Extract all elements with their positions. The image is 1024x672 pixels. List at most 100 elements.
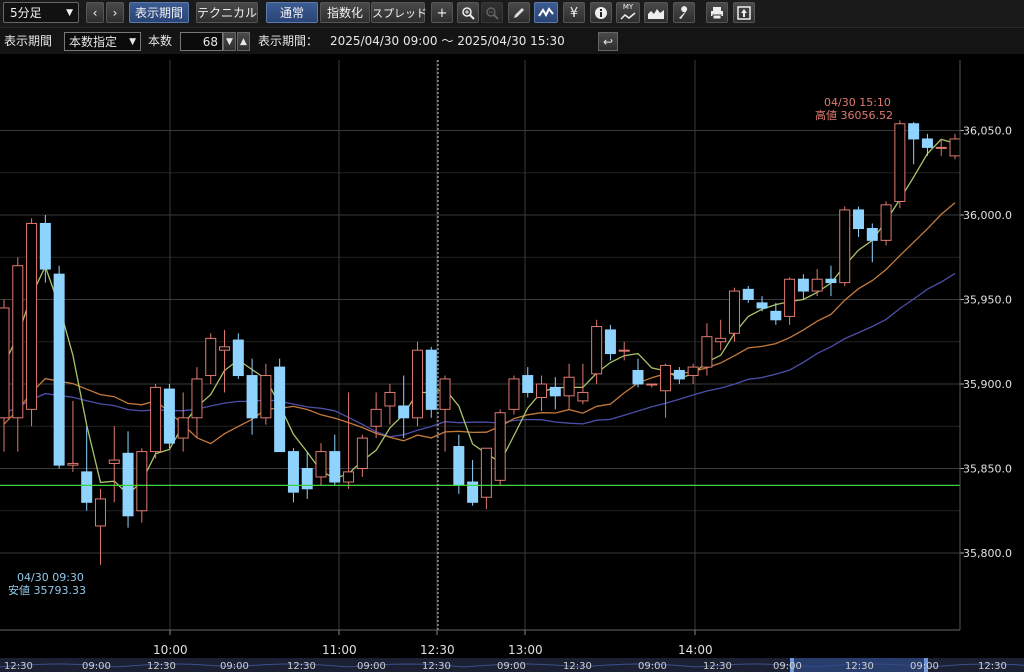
candle-body-down xyxy=(797,278,809,292)
navigator-bar[interactable]: 12:30 09:00 12:30 09:00 12:30 09:00 12:30 09:00… xyxy=(0,658,1024,672)
yen-icon[interactable]: ¥ xyxy=(563,2,585,23)
navigator-label: 12:30 xyxy=(703,661,732,672)
next-button[interactable]: › xyxy=(106,2,124,23)
candle-body-up xyxy=(577,391,589,402)
index-button[interactable]: 指数化 xyxy=(320,2,370,23)
candle xyxy=(646,383,658,388)
candle-body-up xyxy=(205,337,217,377)
candle-body-down xyxy=(908,123,920,140)
low-time-label: 04/30 09:30 xyxy=(17,571,84,584)
y-tick-label: 35,950.0 xyxy=(963,294,1012,307)
ma-long-line xyxy=(3,272,956,438)
candle-body-up xyxy=(715,337,727,343)
candle-body-up xyxy=(494,412,506,481)
normal-button[interactable]: 通常 xyxy=(266,2,318,23)
zoom-in-icon[interactable] xyxy=(457,2,479,23)
candle-body-up xyxy=(219,346,231,351)
candle-body-down xyxy=(398,405,410,419)
candle xyxy=(935,138,947,156)
line-chart-icon[interactable] xyxy=(534,2,558,23)
count-up-button[interactable]: ▲ xyxy=(237,32,250,51)
candle xyxy=(508,375,520,415)
print-icon[interactable] xyxy=(706,2,728,23)
candle-body-up xyxy=(94,498,106,527)
count-down-button[interactable]: ▼ xyxy=(223,32,236,51)
candle xyxy=(467,460,479,506)
candle-body-up xyxy=(949,138,961,157)
candle-body-down xyxy=(274,366,286,453)
navigator-label: 09:00 xyxy=(638,661,667,672)
candle xyxy=(67,400,79,472)
candle-body-up xyxy=(563,376,575,397)
x-tick-label: 13:00 xyxy=(508,643,543,657)
candle xyxy=(163,384,175,449)
candle-body-up xyxy=(618,349,630,352)
chevron-down-icon: ▼ xyxy=(66,8,73,18)
high-time-label: 04/30 15:10 xyxy=(824,96,891,109)
candle-body-down xyxy=(122,452,134,517)
candle-body-down xyxy=(39,222,51,270)
candle xyxy=(329,434,341,486)
moving-averages xyxy=(3,138,956,496)
candle xyxy=(591,319,603,384)
crosshair-icon[interactable]: + xyxy=(431,2,453,23)
candle xyxy=(756,296,768,312)
candle xyxy=(715,319,727,351)
reset-range-icon[interactable]: ↩ xyxy=(598,32,618,51)
candle xyxy=(232,333,244,379)
candle xyxy=(563,363,575,410)
candle-body-up xyxy=(67,462,79,466)
candle xyxy=(122,431,134,528)
candle-body-up xyxy=(0,307,10,419)
candle-body-down xyxy=(287,451,299,493)
candle xyxy=(205,333,217,384)
candle-body-up xyxy=(370,408,382,427)
candle-body-up xyxy=(935,146,947,149)
candles xyxy=(0,120,961,565)
navigator-label: 12:30 xyxy=(845,661,874,672)
navigator-label: 12:30 xyxy=(978,661,1007,672)
wrench-icon[interactable] xyxy=(673,2,695,23)
export-icon[interactable] xyxy=(733,2,755,23)
period-mode-select[interactable]: 本数指定 ▼ xyxy=(64,32,141,51)
candle xyxy=(949,133,961,160)
navigator-label: 09:00 xyxy=(357,661,386,672)
chevron-down-icon: ▼ xyxy=(129,37,136,47)
info-icon[interactable] xyxy=(590,2,612,23)
zoom-out-icon[interactable] xyxy=(481,2,503,23)
prev-button[interactable]: ‹ xyxy=(86,2,104,23)
candle-body-down xyxy=(673,369,685,380)
candle xyxy=(0,299,10,452)
technical-button[interactable]: テクニカル xyxy=(196,2,258,23)
candle xyxy=(784,277,796,325)
candle xyxy=(398,375,410,439)
spread-button[interactable]: スプレッド xyxy=(371,2,427,23)
navigator-label: 12:30 xyxy=(422,661,451,672)
candle xyxy=(660,363,672,418)
candle-body-up xyxy=(177,417,189,439)
candle-body-up xyxy=(108,459,120,464)
my-chart-icon[interactable]: MY xyxy=(616,2,640,23)
low-value-label: 安値 35793.33 xyxy=(8,583,86,597)
candle-body-down xyxy=(81,471,93,503)
candle-body-down xyxy=(329,451,341,483)
candle xyxy=(536,375,548,412)
ma-mid-line xyxy=(3,202,956,445)
navigator-label: 12:30 xyxy=(147,661,176,672)
display-period-button[interactable]: 表示期間 xyxy=(129,2,189,23)
candle xyxy=(549,377,561,410)
y-tick-label: 35,850.0 xyxy=(963,463,1012,476)
candle-body-down xyxy=(522,375,534,393)
y-tick-label: 35,800.0 xyxy=(963,547,1012,560)
count-input[interactable]: 68 xyxy=(180,32,223,51)
candle-body-down xyxy=(246,375,258,419)
interval-select[interactable]: 5分足 ▼ xyxy=(3,2,79,23)
candle-body-down xyxy=(921,138,933,148)
navigator-label: 09:00 xyxy=(82,661,111,672)
pencil-icon[interactable] xyxy=(508,2,530,23)
candle xyxy=(425,346,437,418)
area-chart-icon[interactable] xyxy=(644,2,668,23)
candle-body-down xyxy=(549,386,561,397)
candle xyxy=(687,363,699,384)
candle-body-down xyxy=(632,369,644,385)
